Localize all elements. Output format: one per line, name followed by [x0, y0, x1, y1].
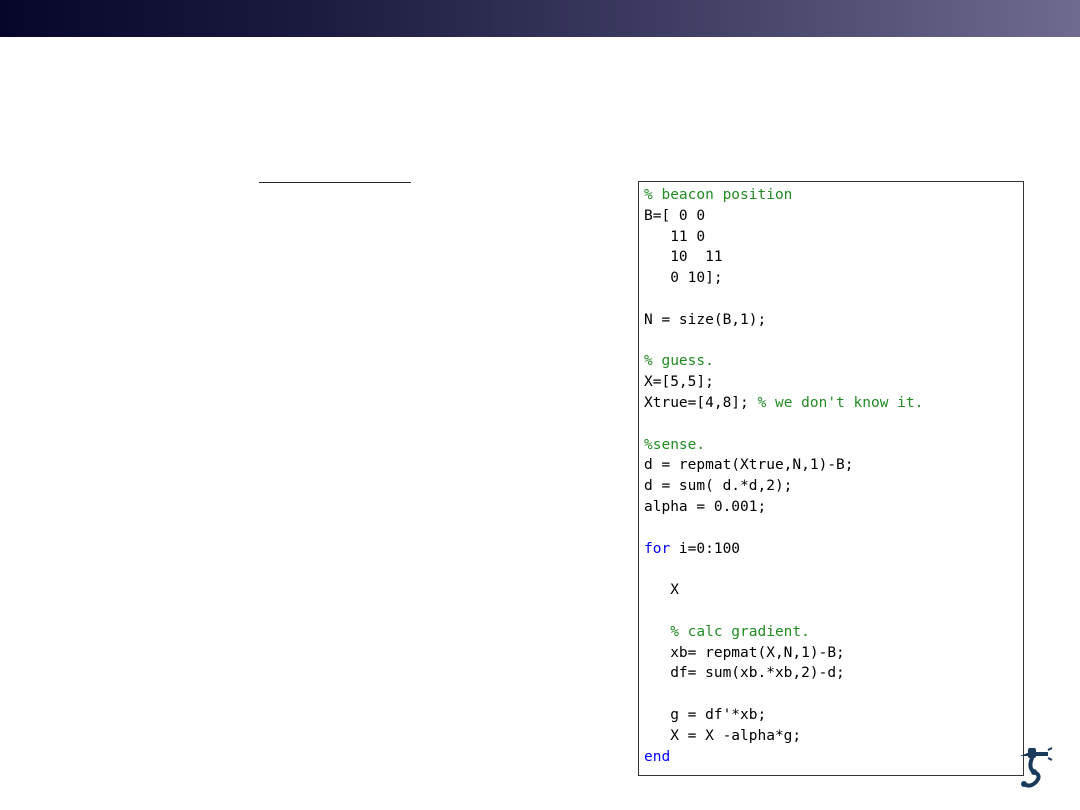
code-line: Xtrue=[4,8]; % we don't know it.: [644, 393, 1023, 414]
code-line: %sense.: [644, 435, 1023, 456]
code-line: 11 0: [644, 227, 1023, 248]
code-keyword-token: for: [644, 540, 671, 557]
code-panel: % beacon position B=[ 0 0 11 0 10 11 0 10…: [638, 181, 1024, 776]
code-code-token: d = repmat(Xtrue,N,1)-B;: [644, 457, 854, 474]
code-code-token: d = sum( d.*d,2);: [644, 478, 793, 495]
code-line: d = sum( d.*d,2);: [644, 476, 1023, 497]
code-code-token: N = size(B,1);: [644, 311, 767, 328]
robot-arm-logo-icon: [1020, 747, 1053, 788]
code-comment-token: %sense.: [644, 436, 706, 453]
code-code-token: 11 0: [644, 228, 706, 245]
code-code-token: g = df'*xb;: [644, 706, 767, 723]
code-comment-token: % guess.: [644, 353, 714, 370]
code-comment-token: % we don't know it.: [757, 394, 924, 411]
code-line: X=[5,5];: [644, 372, 1023, 393]
code-line: alpha = 0.001;: [644, 497, 1023, 518]
code-line: % guess.: [644, 351, 1023, 372]
code-line: end: [644, 747, 1023, 768]
title-underline: [259, 182, 411, 183]
code-code-token: xb= repmat(X,N,1)-B;: [644, 644, 845, 661]
code-line: B=[ 0 0: [644, 206, 1023, 227]
header-bar: [0, 0, 1080, 37]
code-line: df= sum(xb.*xb,2)-d;: [644, 663, 1023, 684]
code-line: % beacon position: [644, 185, 1023, 206]
code-code-token: B=[ 0 0: [644, 207, 706, 224]
code-line: % calc gradient.: [644, 622, 1023, 643]
code-code-token: 0 10];: [644, 270, 723, 287]
code-code-token: alpha = 0.001;: [644, 498, 767, 515]
code-code-token: i=0:100: [670, 540, 741, 557]
code-code-token: Xtrue=[4,8];: [644, 394, 758, 411]
code-line: N = size(B,1);: [644, 310, 1023, 331]
code-keyword-token: end: [644, 748, 671, 765]
code-comment-token: % beacon position: [644, 187, 793, 203]
code-line: g = df'*xb;: [644, 705, 1023, 726]
code-line: xb= repmat(X,N,1)-B;: [644, 643, 1023, 664]
code-code-token: 10 11: [644, 249, 723, 266]
code-comment-token: % calc gradient.: [644, 623, 810, 640]
code-code-token: X=[5,5];: [644, 374, 714, 391]
code-code-token: X: [644, 582, 679, 599]
code-line: X: [644, 580, 1023, 601]
code-line: 10 11: [644, 247, 1023, 268]
code-line: d = repmat(Xtrue,N,1)-B;: [644, 455, 1023, 476]
code-lines: % beacon position B=[ 0 0 11 0 10 11 0 10…: [644, 185, 1023, 767]
code-line: X = X -alpha*g;: [644, 726, 1023, 747]
code-code-token: df= sum(xb.*xb,2)-d;: [644, 665, 845, 682]
code-code-token: X = X -alpha*g;: [644, 727, 802, 744]
code-line: 0 10];: [644, 268, 1023, 289]
code-line: for i=0:100: [644, 539, 1023, 560]
